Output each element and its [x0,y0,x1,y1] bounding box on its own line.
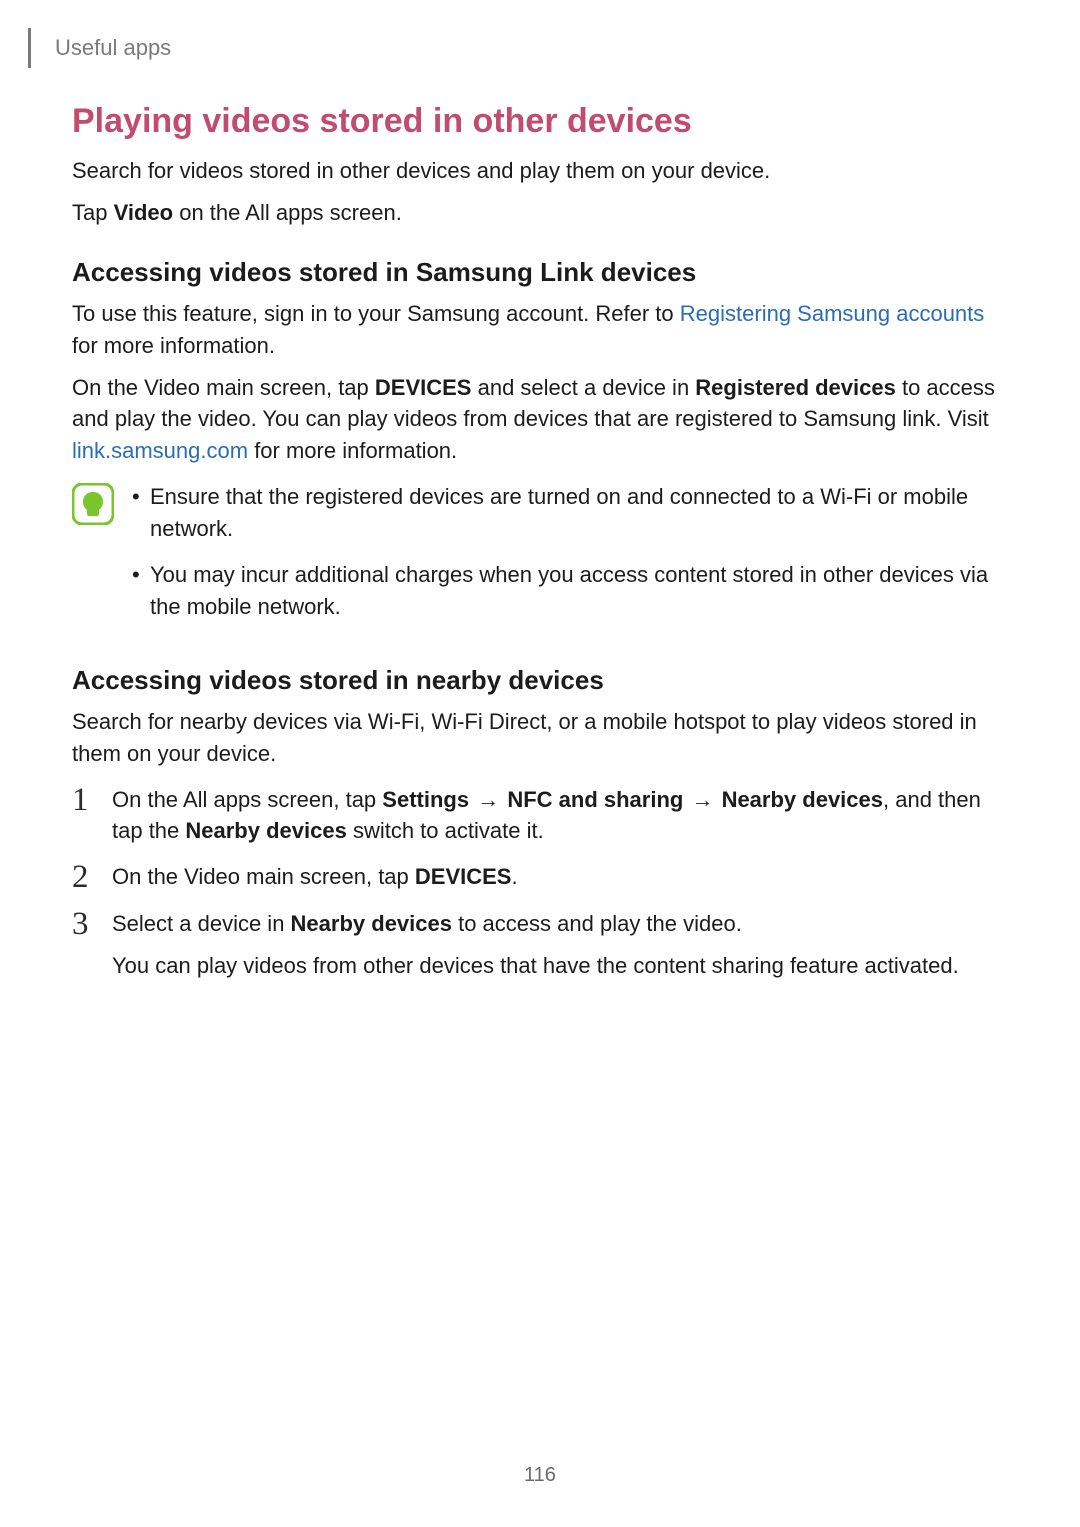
text: . [511,864,517,889]
label-settings: Settings [382,787,469,812]
page-number: 116 [0,1464,1080,1487]
step-1-body: On the All apps screen, tap Settings → N… [112,784,1008,848]
header-marker [28,28,31,68]
samsung-link-p1: To use this feature, sign in to your Sam… [72,298,1008,362]
samsung-link-p2: On the Video main screen, tap DEVICES an… [72,372,1008,468]
text: To use this feature, sign in to your Sam… [72,301,680,326]
subsection-nearby-devices: Accessing videos stored in nearby device… [72,665,1008,696]
label-nfc-sharing: NFC and sharing [507,787,683,812]
text: to access and play the video. [452,911,742,936]
text: On the Video main screen, tap [112,864,415,889]
step-number: 3 [72,908,112,982]
app-name-video: Video [114,200,174,225]
text: On the Video main screen, tap [72,375,375,400]
step-number: 1 [72,784,112,848]
text: for more information. [248,438,457,463]
step-1: 1 On the All apps screen, tap Settings →… [72,784,1008,848]
arrow-icon: → [683,787,721,812]
manual-page: Useful apps Playing videos stored in oth… [0,0,1080,1527]
label-nearby-devices: Nearby devices [722,787,883,812]
label-devices: DEVICES [415,864,512,889]
label-registered-devices: Registered devices [695,375,896,400]
breadcrumb: Useful apps [55,35,171,61]
note-block: • Ensure that the registered devices are… [72,481,1008,637]
note-bullet-2: • You may incur additional charges when … [132,559,1008,623]
text: On the All apps screen, tap [112,787,382,812]
step-number: 2 [72,861,112,894]
text: for more information. [72,333,275,358]
step-2: 2 On the Video main screen, tap DEVICES. [72,861,1008,894]
link-registering-accounts[interactable]: Registering Samsung accounts [680,301,985,326]
nearby-intro: Search for nearby devices via Wi-Fi, Wi-… [72,706,1008,770]
text: and select a device in [471,375,695,400]
text: Select a device in [112,911,291,936]
text: switch to activate it. [347,818,544,843]
link-samsung-com[interactable]: link.samsung.com [72,438,248,463]
label-devices: DEVICES [375,375,472,400]
intro-line-2: Tap Video on the All apps screen. [72,197,1008,229]
text: on the All apps screen. [173,200,402,225]
step-2-body: On the Video main screen, tap DEVICES. [112,861,1008,894]
bullet-dot-icon: • [132,559,150,623]
step-3-sub: You can play videos from other devices t… [112,950,1008,982]
label-nearby-devices-switch: Nearby devices [185,818,346,843]
intro-line-1: Search for videos stored in other device… [72,155,1008,187]
page-header: Useful apps [72,28,1008,68]
subsection-samsung-link: Accessing videos stored in Samsung Link … [72,257,1008,288]
step-3-body: Select a device in Nearby devices to acc… [112,908,1008,982]
page-title: Playing videos stored in other devices [72,102,1008,141]
note-text-1: Ensure that the registered devices are t… [150,481,1008,545]
note-bullet-1: • Ensure that the registered devices are… [132,481,1008,545]
arrow-icon: → [469,787,507,812]
note-text-2: You may incur additional charges when yo… [150,559,1008,623]
note-list: • Ensure that the registered devices are… [132,481,1008,637]
bullet-dot-icon: • [132,481,150,545]
label-nearby-devices: Nearby devices [291,911,452,936]
text: Tap [72,200,114,225]
step-3: 3 Select a device in Nearby devices to a… [72,908,1008,982]
note-icon [72,483,114,525]
